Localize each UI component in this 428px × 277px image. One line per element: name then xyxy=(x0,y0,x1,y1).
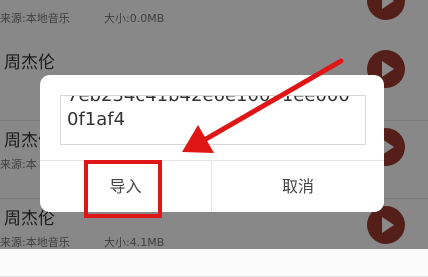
annotation-arrow-icon xyxy=(182,58,344,153)
